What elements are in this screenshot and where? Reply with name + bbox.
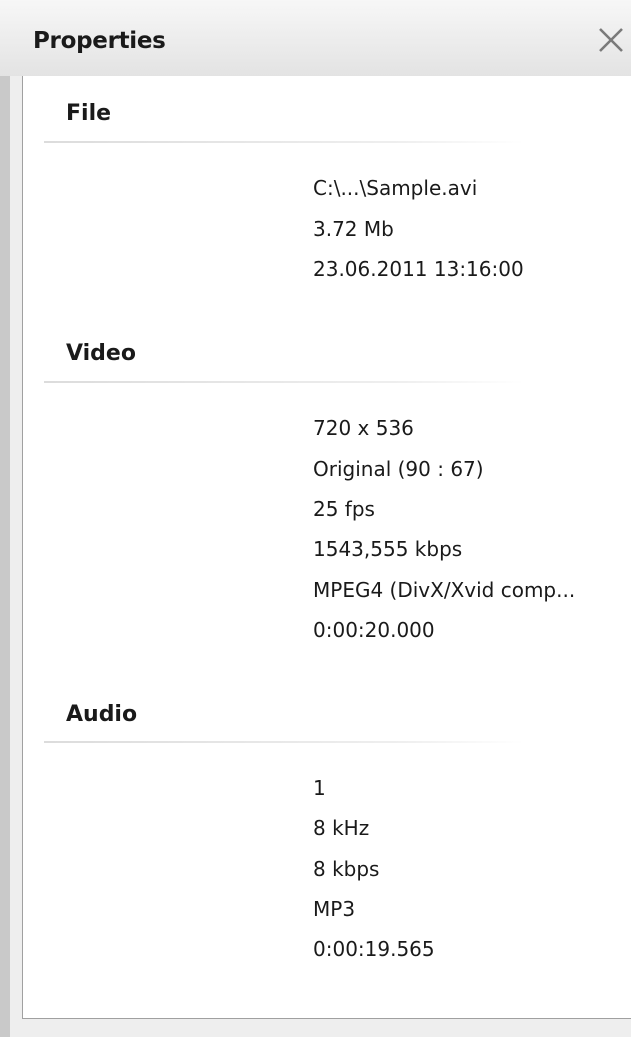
section-title-file: File xyxy=(66,101,112,126)
close-button[interactable] xyxy=(591,20,631,60)
audio-samplerate-value: 8 kHz xyxy=(313,816,370,840)
section-title-audio: Audio xyxy=(66,702,138,727)
panel-titlebar: Properties xyxy=(0,0,631,76)
video-aspect-value: Original (90 : 67) xyxy=(313,457,484,481)
close-icon xyxy=(599,28,623,52)
file-size-value: 3.72 Mb xyxy=(313,217,394,241)
file-date-value: 23.06.2011 13:16:00 xyxy=(313,257,524,281)
video-codec-value: MPEG4 (DivX/Xvid comp... xyxy=(313,578,576,602)
section-divider-audio xyxy=(44,741,524,743)
video-resolution-value: 720 x 536 xyxy=(313,416,414,440)
audio-codec-value: MP3 xyxy=(313,897,356,921)
panel-bottom-edge xyxy=(10,1019,631,1037)
audio-channels-value: 1 xyxy=(313,776,326,800)
audio-bitrate-value: 8 kbps xyxy=(313,857,380,881)
audio-duration-value: 0:00:19.565 xyxy=(313,937,435,961)
section-title-video: Video xyxy=(66,341,136,366)
video-duration-value: 0:00:20.000 xyxy=(313,618,435,642)
panel-title: Properties xyxy=(33,28,166,54)
properties-panel: Properties File C:\...\Sample.avi 3.72 M… xyxy=(0,0,631,1037)
video-fps-value: 25 fps xyxy=(313,497,375,521)
section-divider-video xyxy=(44,381,524,383)
file-path-value: C:\...\Sample.avi xyxy=(313,176,478,200)
video-bitrate-value: 1543,555 kbps xyxy=(313,537,463,561)
panel-left-edge xyxy=(0,76,10,1037)
section-divider-file xyxy=(44,141,524,143)
